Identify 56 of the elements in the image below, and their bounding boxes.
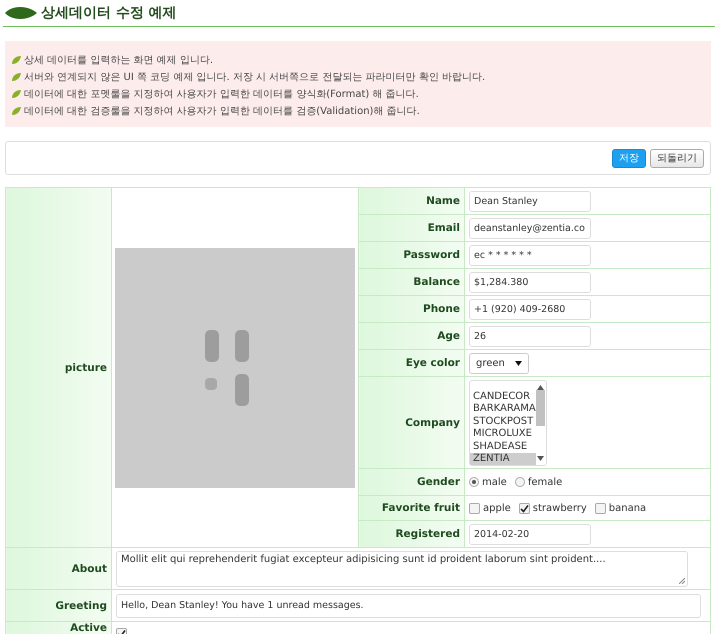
field-label: Email xyxy=(358,214,464,242)
notice-text: 서버와 연계되지 않은 UI 쪽 코딩 예제 입니다. 저장 시 서버쪽으로 전달되는 파라미터만 확인 바랍니다. xyxy=(24,70,486,84)
list-option[interactable]: CANDECOR xyxy=(470,390,536,403)
field-label: Registered xyxy=(358,520,464,548)
input-field[interactable]: deanstanley@zentia.co xyxy=(469,218,591,238)
scroll-down-icon[interactable] xyxy=(537,456,544,460)
field-label: Age xyxy=(358,322,464,350)
field-label: Password xyxy=(358,242,464,268)
resize-grip-icon xyxy=(679,578,685,584)
greeting-field[interactable]: Hello, Dean Stanley! You have 1 unread messages. xyxy=(116,594,701,618)
list-option[interactable]: SHADEASE xyxy=(470,440,536,453)
notice-text: 데이터에 대한 검증룰을 지정하여 사용자가 입력한 데이터를 검증(Validation)해 줍니다. xyxy=(24,104,420,118)
leaf-icon xyxy=(11,106,22,116)
revert-button[interactable]: 되돌리기 xyxy=(650,148,704,168)
option-label: apple xyxy=(483,502,511,514)
leaf-icon xyxy=(11,54,22,64)
list-option[interactable]: BARKARAMA xyxy=(470,403,536,416)
caret-icon xyxy=(514,360,522,366)
list-option[interactable]: STOCKPOST xyxy=(470,416,536,428)
input-field[interactable]: 2014-02-20 xyxy=(469,524,591,544)
field-label: Phone xyxy=(358,296,464,322)
field-label: Gender xyxy=(358,468,464,496)
leaf-icon xyxy=(11,88,22,98)
leaf-icon xyxy=(4,5,38,21)
field-label: picture xyxy=(6,188,112,548)
about-field[interactable]: Mollit elit qui reprehenderit fugiat excepteur adipisicing sunt id proident laborum sint proident.... xyxy=(116,550,688,586)
radio-button[interactable] xyxy=(514,477,525,487)
field-label: Eye color xyxy=(358,350,464,376)
option-label: male xyxy=(482,476,507,488)
field-label: Favorite fruit xyxy=(358,496,464,520)
notice-text: 상세 데이터를 입력하는 화면 예제 입니다. xyxy=(24,54,214,66)
field-label: Balance xyxy=(358,268,464,296)
leaf-icon xyxy=(11,72,22,82)
field-label: Company xyxy=(358,376,464,468)
field-label: Active xyxy=(6,622,112,634)
input-field[interactable]: $1,284.380 xyxy=(469,272,591,292)
option-label: banana xyxy=(608,502,646,514)
checkbox[interactable] xyxy=(469,502,480,514)
field-label: About xyxy=(6,548,112,590)
checkbox[interactable] xyxy=(594,502,606,514)
list-option[interactable]: MICROLUXE xyxy=(470,428,536,440)
checkbox[interactable] xyxy=(518,502,530,514)
eye-color-dropdown[interactable]: green xyxy=(469,352,529,374)
company-listbox[interactable]: CANDECOR BARKARAMA STOCKPOST MICROLUXE SHADEASE ZENTIA xyxy=(469,380,547,466)
page-title: 상세데이터 수정 예제 xyxy=(41,4,177,22)
field-label: Name xyxy=(358,188,464,214)
list-option[interactable]: ZENTIA xyxy=(470,453,536,464)
input-field[interactable]: ec * * * * * * xyxy=(469,244,591,266)
input-field[interactable]: +1 (920) 409-2680 xyxy=(469,298,591,320)
radio-button[interactable] xyxy=(469,477,479,487)
input-field[interactable]: 26 xyxy=(469,326,591,346)
field-label: Greeting xyxy=(6,590,112,622)
input-field[interactable]: Dean Stanley xyxy=(469,190,591,212)
notice-text: 데이터에 대한 포멧룰을 지정하여 사용자가 입력한 데이터를 양식화(Format) 해 줍니다. xyxy=(24,88,419,100)
option-label: female xyxy=(528,476,562,488)
option-label: strawberry xyxy=(532,502,587,514)
